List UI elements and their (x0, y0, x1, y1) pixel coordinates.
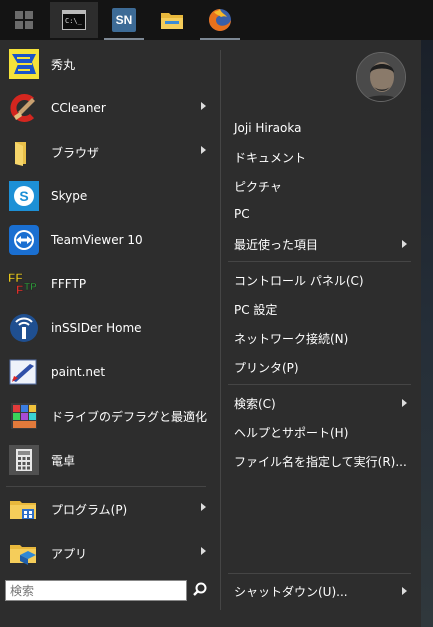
ffftp-icon: FF F TP (6, 266, 42, 302)
teamviewer-icon (6, 222, 42, 258)
menu-item-run[interactable]: ファイル名を指定して実行(R)... (234, 453, 407, 470)
program-label: プログラム(P) (51, 502, 128, 517)
submenu-arrow-icon (402, 240, 407, 248)
menu-item-pc-settings[interactable]: PC 設定 (234, 301, 277, 318)
program-label: 秀丸 (51, 57, 76, 72)
svg-text:TP: TP (24, 282, 37, 293)
menu-item-pc[interactable]: PC (234, 207, 250, 221)
program-label: Skype (51, 189, 88, 203)
menu-item-network-connections[interactable]: ネットワーク接続(N) (234, 330, 348, 347)
program-label: TeamViewer 10 (51, 233, 143, 247)
taskbar-file-explorer-button[interactable] (148, 2, 196, 38)
simplenote-icon-text: SN (115, 13, 133, 27)
user-photo (357, 53, 405, 101)
defrag-icon (6, 398, 42, 434)
program-skype[interactable]: S Skype (0, 174, 218, 218)
taskbar-firefox-button[interactable] (196, 2, 244, 40)
menu-item-printers[interactable]: プリンタ(P) (234, 359, 299, 376)
right-menu-divider (228, 573, 411, 574)
taskbar-simplenote-button[interactable]: SN (100, 2, 148, 40)
program-label: アプリ (51, 546, 88, 561)
programs-folder-icon (6, 491, 42, 527)
right-menu-divider (228, 261, 411, 262)
program-label: paint.net (51, 365, 106, 379)
menu-item-documents[interactable]: ドキュメント (234, 149, 306, 166)
submenu-arrow-icon (402, 587, 407, 595)
paintnet-icon (6, 354, 42, 390)
submenu-arrow-icon (201, 102, 206, 110)
program-browser-folder[interactable]: ブラウザ (0, 130, 218, 174)
shutdown-button[interactable]: シャットダウン(U)... (234, 583, 348, 600)
ccleaner-icon (6, 90, 42, 126)
search-icon[interactable] (191, 581, 209, 599)
submenu-arrow-icon (201, 503, 206, 511)
search-input[interactable] (5, 580, 187, 601)
program-label: inSSIDer Home (51, 321, 142, 335)
apps-folder-icon (6, 535, 42, 571)
avatar[interactable] (356, 52, 406, 102)
firefox-icon (209, 9, 231, 31)
menu-item-control-panel[interactable]: コントロール パネル(C) (234, 272, 364, 289)
start-menu-column-divider (220, 50, 221, 610)
taskbar-command-prompt-button[interactable]: C:\_ (50, 2, 98, 38)
simplenote-icon: SN (112, 8, 136, 32)
program-all-programs[interactable]: プログラム(P) (0, 487, 218, 531)
program-teamviewer[interactable]: TeamViewer 10 (0, 218, 218, 262)
program-ffftp[interactable]: FF F TP FFFTP (0, 262, 218, 306)
svg-text:F: F (16, 283, 23, 297)
program-ccleaner[interactable]: CCleaner (0, 86, 218, 130)
file-explorer-icon (161, 13, 183, 29)
svg-text:C:\_: C:\_ (65, 17, 83, 25)
hidemaru-icon (6, 46, 42, 82)
submenu-arrow-icon (402, 399, 407, 407)
menu-item-recent-items[interactable]: 最近使った項目 (234, 236, 318, 253)
user-name-link[interactable]: Joji Hiraoka (234, 121, 301, 135)
program-label: ドライブのデフラグと最適化 (51, 409, 208, 424)
menu-item-search[interactable]: 検索(C) (234, 395, 276, 412)
taskbar: C:\_ SN (0, 0, 433, 40)
windows-start-button[interactable] (0, 2, 48, 38)
menu-item-pictures[interactable]: ピクチャ (234, 178, 282, 195)
submenu-arrow-icon (201, 146, 206, 154)
command-prompt-icon: C:\_ (62, 10, 86, 30)
windows-start-icon (15, 11, 33, 29)
skype-icon: S (6, 178, 42, 214)
start-menu: 秀丸 CCleaner ブラウザ S Skype TeamViewer 10 F… (0, 40, 421, 627)
program-inssider[interactable]: inSSIDer Home (0, 306, 218, 350)
folder-icon (6, 134, 42, 170)
calculator-icon (6, 442, 42, 478)
right-menu-divider (228, 384, 411, 385)
desktop-background (421, 40, 433, 627)
menu-item-help-support[interactable]: ヘルプとサポート(H) (234, 424, 348, 441)
program-label: CCleaner (51, 101, 106, 115)
program-defrag[interactable]: ドライブのデフラグと最適化 (0, 394, 218, 438)
start-menu-programs: 秀丸 CCleaner ブラウザ S Skype TeamViewer 10 F… (0, 40, 221, 627)
submenu-arrow-icon (201, 547, 206, 555)
program-calculator[interactable]: 電卓 (0, 438, 218, 482)
program-apps[interactable]: アプリ (0, 531, 218, 575)
program-hidemaru[interactable]: 秀丸 (0, 42, 218, 86)
program-label: FFFTP (51, 277, 87, 291)
program-label: 電卓 (51, 453, 76, 468)
svg-text:S: S (19, 188, 28, 204)
inssider-icon (6, 310, 42, 346)
program-label: ブラウザ (51, 145, 100, 160)
program-paintnet[interactable]: paint.net (0, 350, 218, 394)
